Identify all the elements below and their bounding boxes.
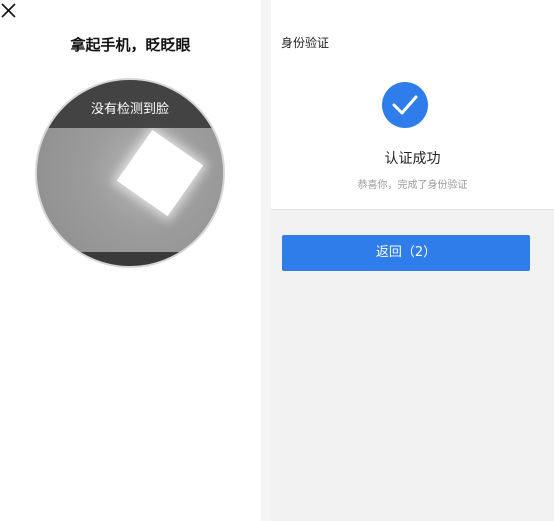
detection-banner-text: 没有检测到脸 (90, 102, 169, 117)
verification-panel: 身份验证 认证成功 恭喜你，完成了身份验证 返回（2） (271, 0, 554, 521)
face-capture-panel: 拿起手机，眨眨眼 没有检测到脸 (0, 0, 261, 521)
camera-preview: 没有检测到脸 (35, 78, 225, 268)
verification-result-card: 身份验证 认证成功 恭喜你，完成了身份验证 (271, 0, 554, 210)
camera-bottom-shadow (37, 252, 223, 266)
success-subtitle: 恭喜你，完成了身份验证 (357, 180, 468, 191)
page-title: 身份验证 (281, 36, 330, 50)
detection-banner: 没有检测到脸 (37, 80, 223, 128)
check-circle-icon (382, 82, 428, 128)
success-title: 认证成功 (384, 151, 441, 167)
back-button[interactable]: 返回（2） (282, 235, 530, 271)
face-capture-title: 拿起手机，眨眨眼 (70, 36, 191, 54)
close-icon[interactable] (0, 2, 18, 20)
panel-divider (261, 0, 271, 521)
